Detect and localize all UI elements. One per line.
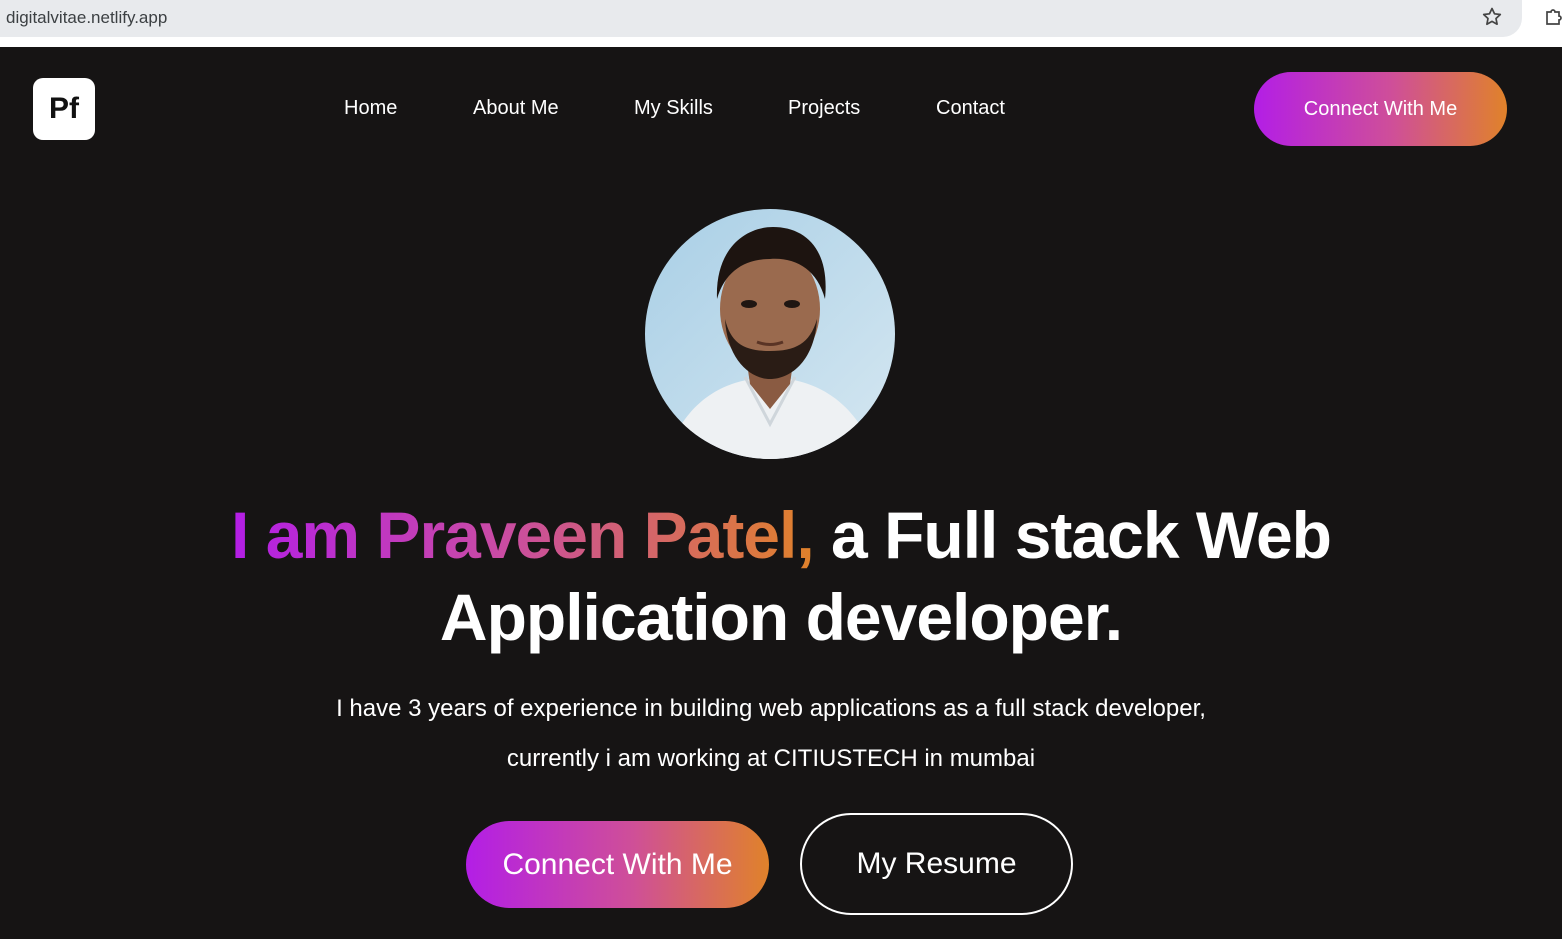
- star-icon[interactable]: [1480, 5, 1504, 29]
- address-bar[interactable]: digitalvitae.netlify.app: [0, 0, 1522, 37]
- puzzle-icon[interactable]: [1543, 6, 1562, 28]
- headline-name: I am Praveen Patel,: [231, 498, 815, 572]
- headline-role: a Full stack Web: [831, 498, 1332, 572]
- nav-home[interactable]: Home: [344, 97, 397, 120]
- url-text[interactable]: digitalvitae.netlify.app: [6, 8, 167, 28]
- nav-about-me[interactable]: About Me: [473, 97, 559, 120]
- profile-photo: [645, 209, 895, 459]
- header-connect-button[interactable]: Connect With Me: [1254, 72, 1507, 146]
- headline-line-1: I am Praveen Patel, a Full stack Web: [0, 494, 1562, 576]
- hero-headline: I am Praveen Patel, a Full stack Web App…: [0, 494, 1562, 658]
- hero-description-line-2: currently i am working at CITIUSTECH in …: [506, 745, 1036, 772]
- browser-chrome: digitalvitae.netlify.app: [0, 0, 1562, 47]
- hero-description-line-1: I have 3 years of experience in building…: [336, 695, 1206, 722]
- nav-projects[interactable]: Projects: [788, 97, 860, 120]
- headline-line-2: Application developer.: [439, 580, 1123, 654]
- nav-my-skills[interactable]: My Skills: [634, 97, 713, 120]
- portfolio-page: Pf Home About Me My Skills Projects Cont…: [0, 47, 1562, 939]
- my-resume-button[interactable]: My Resume: [800, 813, 1073, 915]
- profile-avatar: [645, 209, 895, 459]
- hero-connect-button[interactable]: Connect With Me: [466, 821, 769, 908]
- nav-contact[interactable]: Contact: [936, 97, 1005, 120]
